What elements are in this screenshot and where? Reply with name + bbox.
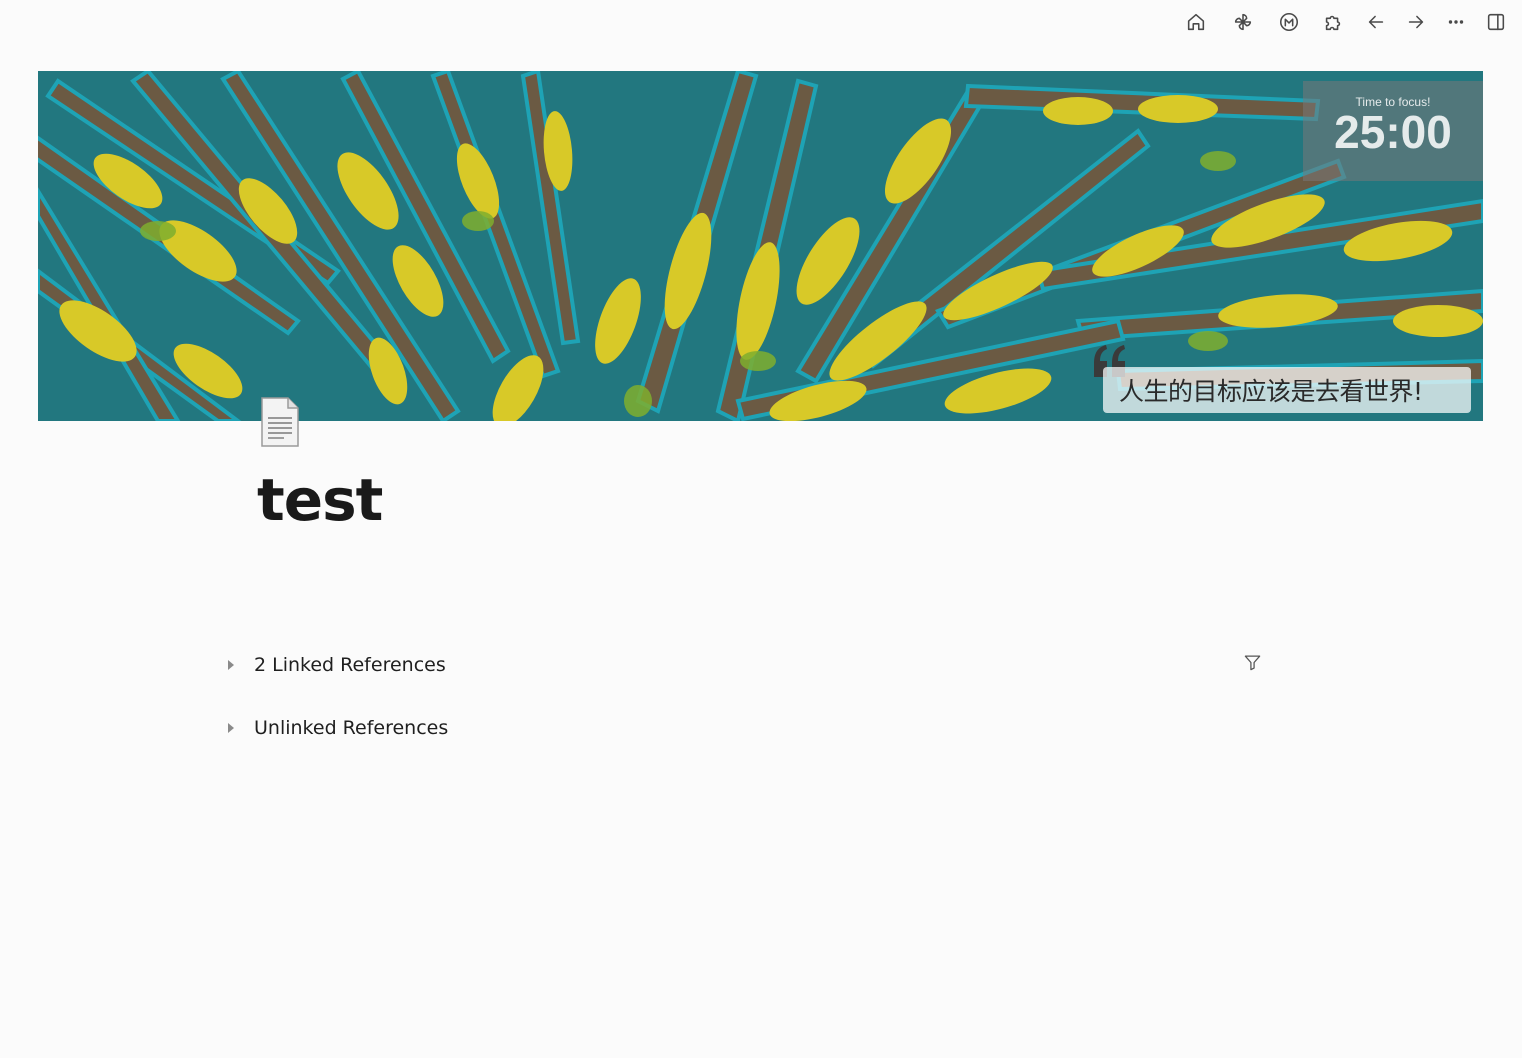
home-button[interactable]	[1180, 6, 1212, 38]
sidebar-toggle-icon	[1487, 13, 1505, 31]
plugins-button[interactable]	[1317, 6, 1349, 38]
daily-quote: 人生的目标应该是去看世界!	[1103, 367, 1471, 413]
focus-timer-widget[interactable]: Time to focus! 25:00	[1303, 81, 1483, 181]
pinwheel-icon	[1234, 13, 1252, 31]
linked-references-label: 2 Linked References	[254, 654, 446, 676]
more-button[interactable]	[1440, 6, 1472, 38]
puzzle-icon	[1325, 15, 1341, 31]
linked-references-toggle[interactable]: 2 Linked References	[224, 654, 446, 676]
unlinked-references-toggle[interactable]: Unlinked References	[224, 717, 448, 739]
filter-references-button[interactable]	[1240, 650, 1264, 674]
arrow-right-icon	[1408, 15, 1424, 29]
forward-button[interactable]	[1400, 6, 1432, 38]
more-icon	[1448, 20, 1464, 24]
back-button[interactable]	[1360, 6, 1392, 38]
top-toolbar	[0, 0, 1522, 44]
page-banner-image: Time to focus! 25:00 人生的目标应该是去看世界!	[38, 71, 1483, 421]
toggle-right-sidebar-button[interactable]	[1480, 6, 1512, 38]
filter-icon	[1244, 655, 1260, 670]
pinwheel-button[interactable]	[1227, 6, 1259, 38]
page-title[interactable]: test	[257, 466, 383, 534]
document-icon[interactable]	[260, 396, 300, 448]
home-icon	[1187, 13, 1205, 31]
timer-value: 25:00	[1334, 106, 1452, 158]
arrow-left-icon	[1368, 15, 1384, 29]
caret-right-icon	[224, 658, 238, 672]
unlinked-references-label: Unlinked References	[254, 717, 449, 739]
caret-right-icon	[224, 721, 238, 735]
m-logo-button[interactable]	[1273, 6, 1305, 38]
m-logo-icon	[1279, 12, 1299, 32]
